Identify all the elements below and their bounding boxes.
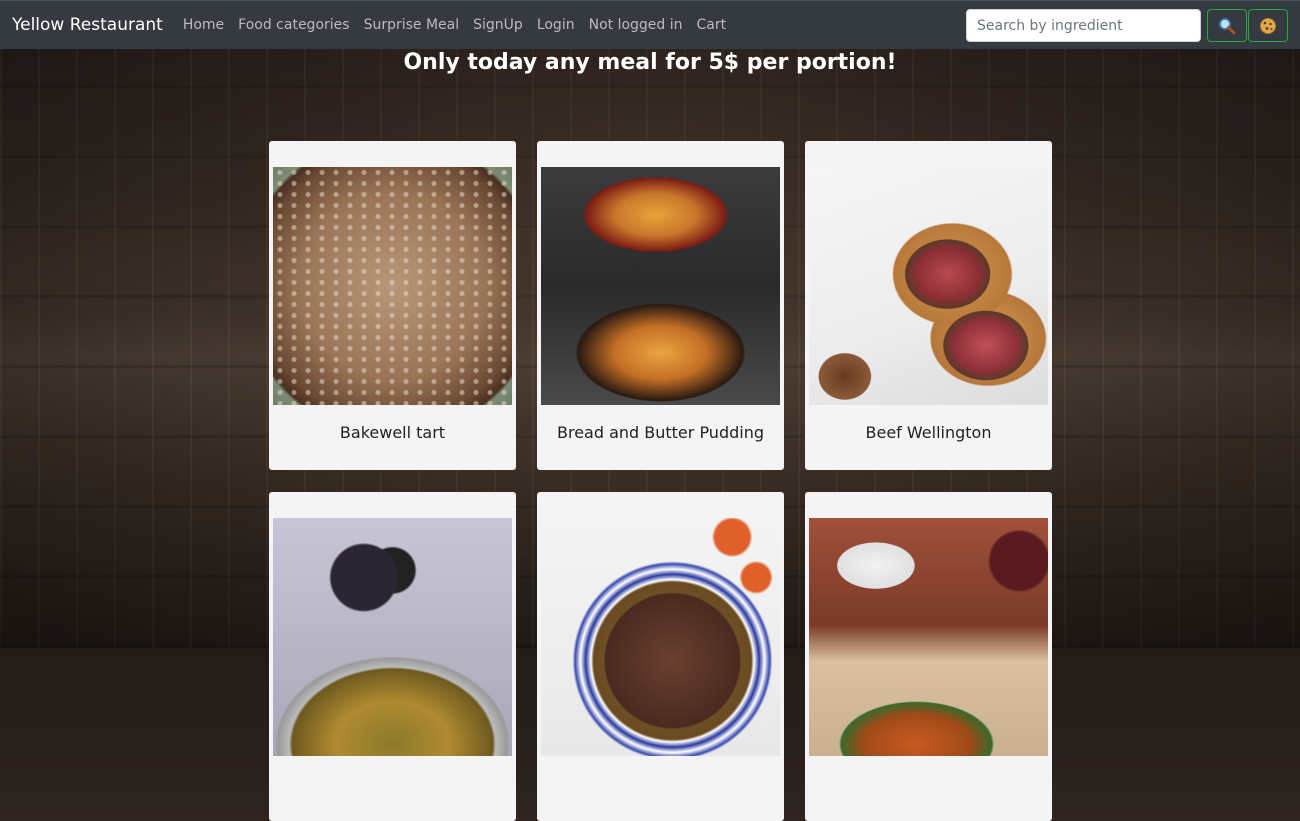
nav-signup[interactable]: SignUp bbox=[473, 17, 523, 33]
cookie-button[interactable] bbox=[1248, 9, 1288, 42]
nav-surprise-meal[interactable]: Surprise Meal bbox=[364, 17, 460, 33]
nav-cart[interactable]: Cart bbox=[697, 17, 727, 33]
cookie-icon bbox=[1260, 17, 1276, 34]
roast-dinner-image[interactable] bbox=[809, 518, 1048, 756]
search-input[interactable] bbox=[966, 9, 1201, 42]
meal-card-beef-wellington[interactable]: Beef Wellington bbox=[805, 141, 1052, 470]
promo-heading: Only today any meal for 5$ per portion! bbox=[403, 50, 897, 75]
meal-title: Bakewell tart bbox=[339, 423, 446, 442]
beef-brisket-image[interactable] bbox=[541, 518, 780, 756]
curry-dish-image[interactable] bbox=[273, 518, 512, 756]
meal-card-bread-butter-pudding[interactable]: Bread and Butter Pudding bbox=[537, 141, 784, 470]
meal-card-roast[interactable] bbox=[805, 492, 1052, 821]
meal-title: Bread and Butter Pudding bbox=[556, 423, 764, 442]
meal-card-bakewell-tart[interactable]: Bakewell tart bbox=[269, 141, 516, 470]
top-navbar: Yellow Restaurant Home Food categories S… bbox=[0, 0, 1300, 49]
nav-login-status[interactable]: Not logged in bbox=[589, 17, 683, 33]
magnifier-icon bbox=[1219, 17, 1236, 34]
bread-butter-pudding-image[interactable] bbox=[541, 167, 780, 405]
meal-card-curry[interactable] bbox=[269, 492, 516, 821]
nav-food-categories[interactable]: Food categories bbox=[238, 17, 349, 33]
brand-link[interactable]: Yellow Restaurant bbox=[12, 15, 163, 35]
meal-card-brisket[interactable] bbox=[537, 492, 784, 821]
meal-title: Beef Wellington bbox=[865, 423, 992, 442]
nav-home[interactable]: Home bbox=[183, 17, 224, 33]
search-form bbox=[966, 9, 1288, 42]
nav-login[interactable]: Login bbox=[537, 17, 575, 33]
meal-grid: Bakewell tart Bread and Butter Pudding B… bbox=[269, 141, 1053, 821]
bakewell-tart-image[interactable] bbox=[273, 167, 512, 405]
beef-wellington-image[interactable] bbox=[809, 167, 1048, 405]
search-button[interactable] bbox=[1207, 9, 1247, 42]
